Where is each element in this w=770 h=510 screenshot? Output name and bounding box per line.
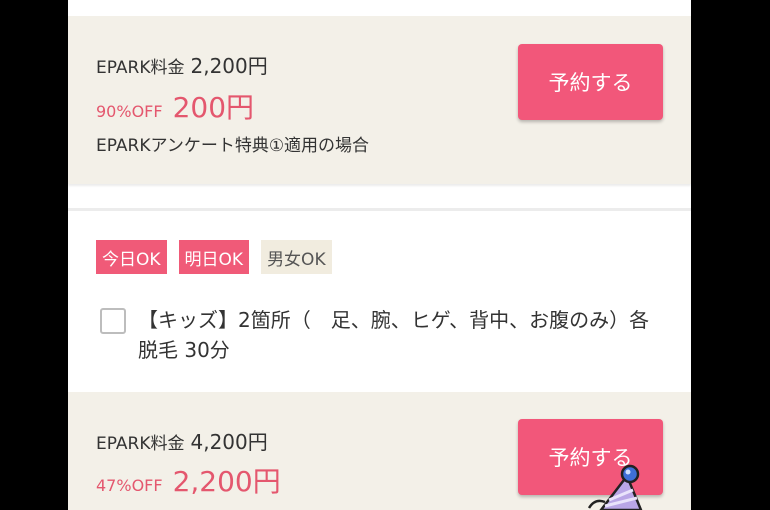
section-divider — [68, 208, 691, 211]
option-label: 【キッズ】2箇所（ 足、腕、ヒゲ、背中、お腹のみ）各脱毛 30分 — [138, 308, 650, 362]
epark-price-row: EPARK料金 2,200円 — [96, 50, 268, 79]
discount-row: 47%OFF 2,200円 — [96, 460, 281, 500]
sale-price: 200円 — [172, 91, 255, 124]
discount-row: 90%OFF 200円 — [96, 86, 254, 126]
epark-price-value: 4,200円 — [190, 430, 268, 454]
tag-tomorrow-ok: 明日OK — [178, 240, 250, 274]
epark-price-label: EPARK料金 — [96, 434, 185, 454]
option-checkbox[interactable] — [100, 308, 126, 334]
discount-percent: 90%OFF — [96, 102, 163, 121]
discount-percent: 47%OFF — [96, 476, 163, 495]
price-note: EPARKアンケート特典①適用の場合 — [96, 136, 370, 156]
epark-price-row: EPARK料金 4,200円 — [96, 426, 268, 455]
party-hat-mascot-icon — [587, 464, 643, 510]
sale-price: 2,200円 — [172, 465, 281, 498]
reserve-button[interactable]: 予約する — [518, 44, 663, 120]
reservation-page: EPARK料金 2,200円 90%OFF 200円 EPARKアンケート特典①適用… — [68, 0, 691, 510]
epark-price-label: EPARK料金 — [96, 58, 185, 78]
price-card-1: EPARK料金 2,200円 90%OFF 200円 EPARKアンケート特典①適用… — [68, 16, 691, 184]
availability-tags: 今日OK 明日OK 男女OK — [96, 240, 332, 274]
tag-today-ok: 今日OK — [96, 240, 167, 274]
tag-unisex-ok: 男女OK — [261, 240, 332, 274]
epark-price-value: 2,200円 — [190, 54, 268, 78]
